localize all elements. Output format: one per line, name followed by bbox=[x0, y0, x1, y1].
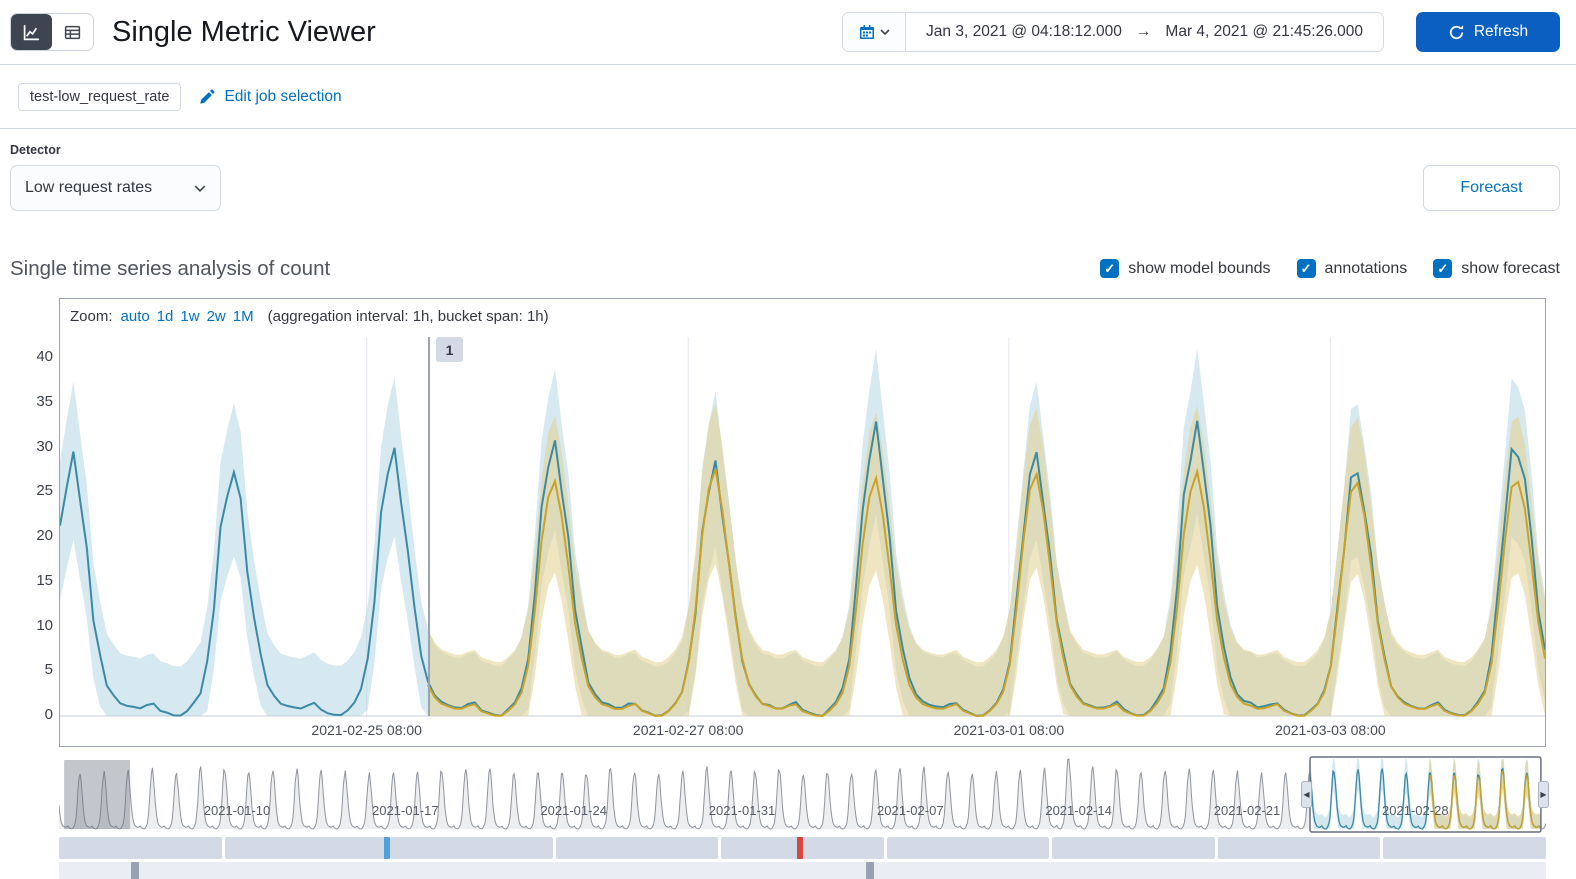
context-x-axis-label: 2021-01-17 bbox=[372, 803, 439, 818]
y-axis-label: 40 bbox=[36, 348, 53, 365]
y-axis-label: 10 bbox=[36, 616, 53, 634]
zoom-option-auto[interactable]: auto bbox=[121, 308, 150, 325]
chart-view-button[interactable] bbox=[11, 14, 52, 50]
job-badge: test-low_request_rate bbox=[18, 82, 182, 111]
start-date-button[interactable]: Jan 3, 2021 @ 04:18:12.000 bbox=[926, 23, 1122, 41]
refresh-icon bbox=[1448, 24, 1465, 41]
edit-job-selection-label: Edit job selection bbox=[224, 87, 342, 105]
chart-options: ✓ show model bounds ✓ annotations ✓ show fore… bbox=[1100, 259, 1560, 278]
brush-handle-right[interactable]: ▶ bbox=[1537, 781, 1549, 808]
edit-job-selection-link[interactable]: Edit job selection bbox=[199, 87, 342, 106]
checkbox-label: show model bounds bbox=[1128, 259, 1271, 277]
forecast-button[interactable]: Forecast bbox=[1423, 165, 1560, 211]
chart-area: 0 5 10 15 20 25 30 35 40 Zoom: auto 1d 1w 2w 1M (agg… bbox=[36, 298, 1549, 879]
annotation-marker[interactable] bbox=[797, 837, 804, 859]
annotation-rail-segment[interactable] bbox=[224, 837, 388, 859]
x-axis-label: 2021-02-27 08:00 bbox=[633, 722, 744, 738]
context-x-axis-label: 2021-01-10 bbox=[204, 803, 271, 818]
quick-select-menu[interactable] bbox=[843, 13, 907, 51]
detector-label: Detector bbox=[10, 143, 61, 157]
context-x-axis-label: 2021-02-14 bbox=[1045, 803, 1112, 818]
calendar-icon bbox=[859, 24, 875, 40]
context-annotation-block bbox=[64, 760, 131, 829]
y-axis-label: 25 bbox=[36, 482, 53, 500]
chevron-down-icon bbox=[194, 185, 206, 192]
context-x-axis-label: 2021-02-21 bbox=[1214, 803, 1281, 818]
job-selection-row: test-low_request_rate Edit job selection bbox=[0, 65, 1576, 128]
main-chart[interactable]: Zoom: auto 1d 1w 2w 1M (aggregation interval… bbox=[59, 298, 1546, 747]
analysis-row: Single time series analysis of count ✓ sh… bbox=[0, 229, 1576, 298]
chevron-down-icon bbox=[879, 29, 890, 35]
context-x-axis-label: 2021-02-28 bbox=[1382, 803, 1449, 818]
y-axis-label: 5 bbox=[44, 661, 53, 679]
detector-select[interactable]: Low request rates bbox=[10, 165, 221, 211]
annotation-badge-label: 1 bbox=[446, 342, 454, 358]
page-title: Single Metric Viewer bbox=[112, 15, 376, 48]
y-axis-label: 35 bbox=[36, 392, 53, 410]
annotation-marker[interactable] bbox=[383, 837, 390, 859]
context-x-axis-label: 2021-01-31 bbox=[709, 803, 776, 818]
checkbox-checked-icon: ✓ bbox=[1433, 259, 1453, 278]
y-axis-label: 30 bbox=[36, 437, 53, 455]
annotation-rail-segment[interactable] bbox=[1052, 837, 1215, 859]
annotation-rail-segment[interactable] bbox=[59, 837, 222, 859]
date-range: Jan 3, 2021 @ 04:18:12.000 → Mar 4, 2021… bbox=[906, 13, 1383, 51]
date-range-picker: Jan 3, 2021 @ 04:18:12.000 → Mar 4, 2021… bbox=[842, 12, 1384, 52]
checkbox-show-model-bounds[interactable]: ✓ show model bounds bbox=[1100, 259, 1271, 278]
header: Single Metric Viewer Jan 3, 2021 @ 04:18… bbox=[0, 0, 1576, 64]
checkbox-checked-icon: ✓ bbox=[1100, 259, 1120, 278]
end-date-button[interactable]: Mar 4, 2021 @ 21:45:26.000 bbox=[1165, 23, 1363, 41]
annotation-marker-secondary[interactable] bbox=[866, 862, 875, 879]
checkbox-label: annotations bbox=[1324, 259, 1408, 277]
zoom-controls: Zoom: auto 1d 1w 2w 1M (aggregation interval… bbox=[70, 308, 549, 325]
checkbox-label: show forecast bbox=[1461, 259, 1560, 277]
annotation-rail-segment[interactable] bbox=[1217, 837, 1381, 859]
annotation-rail-segment[interactable] bbox=[555, 837, 719, 859]
checkbox-show-forecast[interactable]: ✓ show forecast bbox=[1433, 259, 1560, 278]
y-axis-label: 0 bbox=[44, 706, 53, 723]
table-view-button[interactable] bbox=[52, 14, 93, 50]
zoom-label: Zoom: bbox=[70, 308, 113, 325]
y-axis-label: 20 bbox=[36, 527, 53, 544]
annotation-rail-segment[interactable] bbox=[1383, 837, 1546, 859]
pencil-icon bbox=[199, 89, 215, 105]
checkbox-checked-icon: ✓ bbox=[1296, 259, 1316, 278]
y-axis-label: 15 bbox=[36, 571, 53, 589]
annotation-marker-secondary[interactable] bbox=[130, 862, 139, 879]
main-chart-svg: 1 2021-02-25 08:00 2021-02-27 08:00 2021-03… bbox=[60, 337, 1545, 738]
context-chart-svg: 2021-01-10 2021-01-17 2021-01-24 2021-01-31… bbox=[59, 756, 1546, 833]
zoom-option-1d[interactable]: 1d bbox=[157, 308, 174, 325]
checkbox-annotations[interactable]: ✓ annotations bbox=[1296, 259, 1408, 278]
context-x-axis-label: 2021-01-24 bbox=[540, 803, 607, 818]
line-chart-icon bbox=[23, 24, 40, 41]
annotation-rail-segment[interactable] bbox=[886, 837, 1050, 859]
context-x-axis-label: 2021-02-07 bbox=[877, 803, 944, 818]
annotation-rail-segment[interactable] bbox=[390, 837, 553, 859]
brush-handle-left[interactable]: ◀ bbox=[1301, 781, 1312, 808]
zoom-option-2w[interactable]: 2w bbox=[207, 308, 226, 325]
annotations-rail-secondary[interactable] bbox=[59, 862, 1546, 879]
annotations-rail[interactable] bbox=[59, 837, 1546, 859]
date-arrow-icon: → bbox=[1135, 23, 1152, 40]
zoom-option-1w[interactable]: 1w bbox=[180, 308, 199, 325]
detector-row: Detector Low request rates Forecast bbox=[0, 129, 1576, 229]
table-icon bbox=[64, 24, 81, 41]
context-chart[interactable]: 2021-01-10 2021-01-17 2021-01-24 2021-01-31… bbox=[59, 756, 1549, 834]
refresh-button-label: Refresh bbox=[1473, 23, 1529, 40]
single-metric-viewer-page: Single Metric Viewer Jan 3, 2021 @ 04:18… bbox=[0, 0, 1576, 879]
detector-selected-value: Low request rates bbox=[25, 179, 153, 196]
analysis-heading: Single time series analysis of count bbox=[10, 256, 331, 280]
view-toggle-group bbox=[10, 13, 94, 51]
x-axis-label: 2021-03-03 08:00 bbox=[1275, 722, 1386, 738]
forecast-band bbox=[427, 403, 1545, 716]
x-axis-label: 2021-03-01 08:00 bbox=[954, 722, 1065, 738]
x-axis-label: 2021-02-25 08:00 bbox=[311, 722, 422, 738]
zoom-option-1M[interactable]: 1M bbox=[233, 308, 254, 325]
refresh-button[interactable]: Refresh bbox=[1416, 12, 1560, 52]
aggregation-note: (aggregation interval: 1h, bucket span: … bbox=[267, 308, 549, 325]
